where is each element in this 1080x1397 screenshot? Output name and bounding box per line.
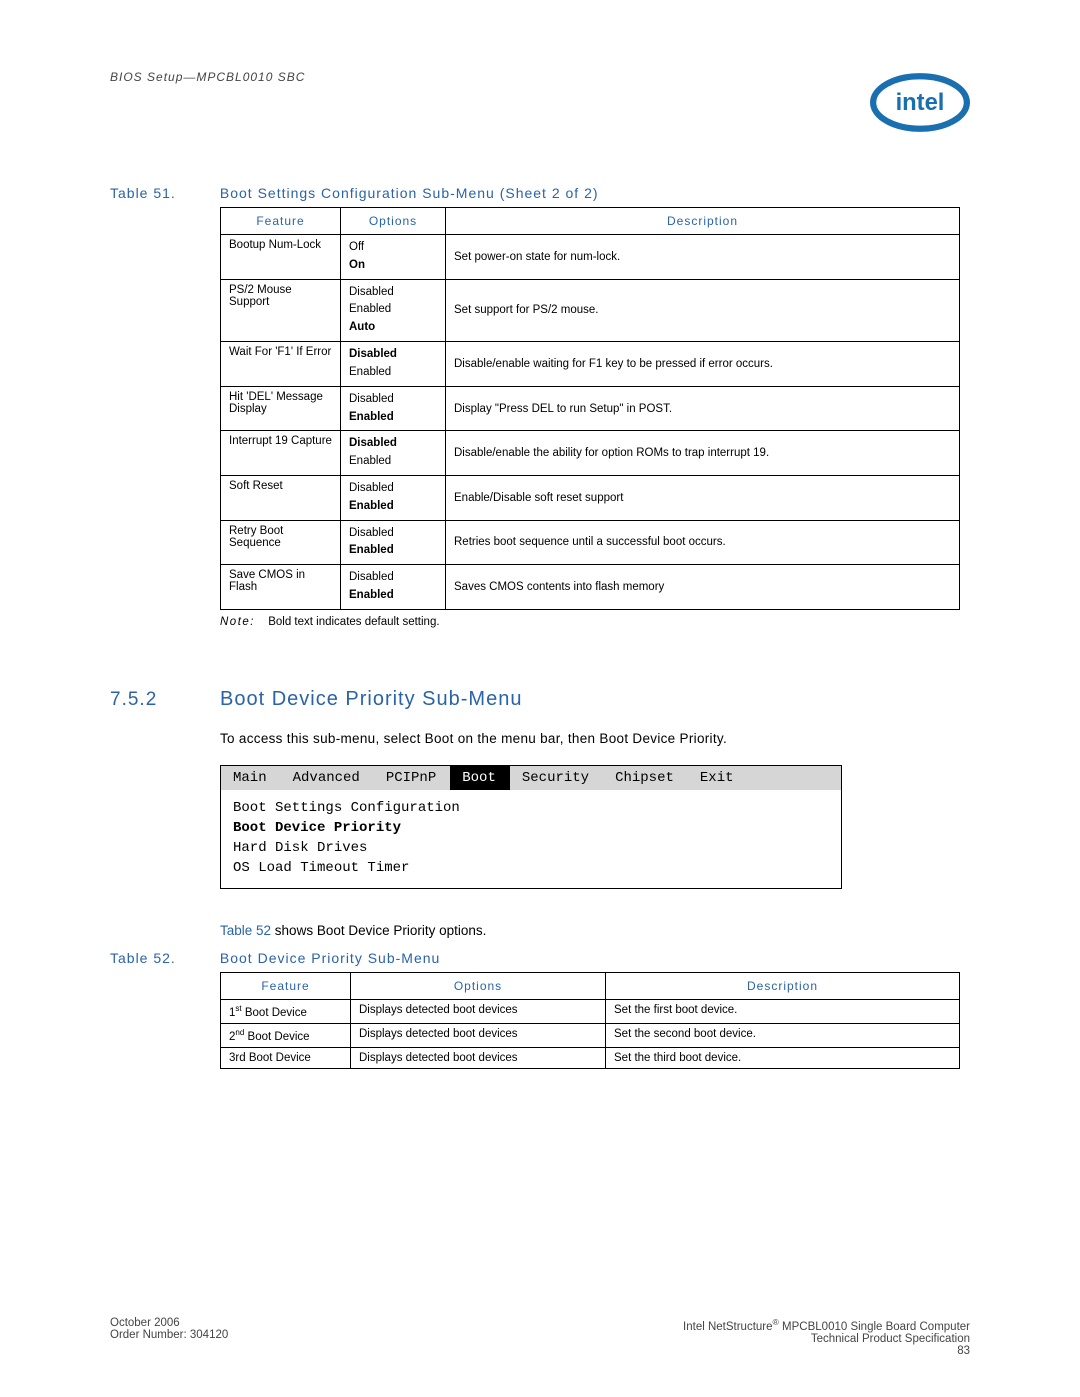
table51-number: Table 51. — [110, 185, 215, 201]
description-cell: Disable/enable waiting for F1 key to be … — [446, 342, 960, 387]
page-header: BIOS Setup—MPCBL0010 SBC intel — [110, 70, 970, 135]
options-cell: DisabledEnabled — [341, 386, 446, 431]
description-cell: Set the second boot device. — [606, 1023, 960, 1047]
options-cell: Displays detected boot devices — [351, 1023, 606, 1047]
bios-tab: Advanced — [281, 766, 374, 790]
table51-note: Note: Bold text indicates default settin… — [220, 616, 970, 628]
table52-col-header: Options — [351, 973, 606, 1000]
table-row: PS/2 Mouse SupportDisabledEnabledAutoSet… — [221, 279, 960, 341]
description-cell: Set power-on state for num-lock. — [446, 235, 960, 280]
bios-item: Boot Device Priority — [233, 818, 829, 838]
table51: FeatureOptionsDescription Bootup Num-Loc… — [220, 207, 960, 610]
bios-tab: Boot — [450, 766, 510, 790]
feature-cell: Bootup Num-Lock — [221, 235, 341, 280]
bios-item: OS Load Timeout Timer — [233, 858, 829, 878]
feature-cell: Retry Boot Sequence — [221, 520, 341, 565]
table-row: Retry Boot SequenceDisabledEnabledRetrie… — [221, 520, 960, 565]
options-cell: DisabledEnabled — [341, 431, 446, 476]
options-cell: DisabledEnabledAuto — [341, 279, 446, 341]
feature-cell: Wait For 'F1' If Error — [221, 342, 341, 387]
bios-tab-bar: MainAdvancedPCIPnPBootSecurityChipsetExi… — [221, 766, 841, 790]
running-head: BIOS Setup—MPCBL0010 SBC — [110, 70, 305, 84]
section-number: 7.5.2 — [110, 689, 220, 711]
options-cell: DisabledEnabled — [341, 520, 446, 565]
footer-page-num: 83 — [683, 1345, 970, 1357]
table51-col-header: Feature — [221, 208, 341, 235]
bios-item: Boot Settings Configuration — [233, 798, 829, 818]
options-cell: Displays detected boot devices — [351, 1047, 606, 1068]
note-label: Note: — [220, 616, 255, 628]
table-row: 1st Boot DeviceDisplays detected boot de… — [221, 1000, 960, 1024]
table-row: Hit 'DEL' Message DisplayDisabledEnabled… — [221, 386, 960, 431]
table52: FeatureOptionsDescription 1st Boot Devic… — [220, 972, 960, 1069]
feature-cell: 2nd Boot Device — [221, 1023, 351, 1047]
bios-tab: Security — [510, 766, 603, 790]
table52-ref-tail: shows Boot Device Priority options. — [271, 923, 486, 938]
table-row: Bootup Num-LockOffOnSet power-on state f… — [221, 235, 960, 280]
bios-tab: Exit — [688, 766, 748, 790]
feature-cell: Hit 'DEL' Message Display — [221, 386, 341, 431]
options-cell: DisabledEnabled — [341, 342, 446, 387]
description-cell: Display "Press DEL to run Setup" in POST… — [446, 386, 960, 431]
footer-order: Order Number: 304120 — [110, 1329, 228, 1341]
table51-col-header: Options — [341, 208, 446, 235]
description-cell: Set support for PS/2 mouse. — [446, 279, 960, 341]
description-cell: Saves CMOS contents into flash memory — [446, 565, 960, 610]
bios-tab: PCIPnP — [374, 766, 450, 790]
description-cell: Disable/enable the ability for option RO… — [446, 431, 960, 476]
footer-product: Intel NetStructure® MPCBL0010 Single Boa… — [683, 1317, 970, 1333]
feature-cell: Soft Reset — [221, 475, 341, 520]
table52-col-header: Description — [606, 973, 960, 1000]
table-row: Interrupt 19 CaptureDisabledEnabledDisab… — [221, 431, 960, 476]
table51-caption: Table 51. Boot Settings Configuration Su… — [110, 185, 970, 201]
description-cell: Enable/Disable soft reset support — [446, 475, 960, 520]
table52-caption: Table 52. Boot Device Priority Sub-Menu — [110, 950, 970, 966]
footer-doc-type: Technical Product Specification — [683, 1333, 970, 1345]
table52-number: Table 52. — [110, 950, 215, 966]
table-row: 2nd Boot DeviceDisplays detected boot de… — [221, 1023, 960, 1047]
table52-ref: Table 52 shows Boot Device Priority opti… — [220, 923, 970, 938]
table-row: Soft ResetDisabledEnabledEnable/Disable … — [221, 475, 960, 520]
bios-item-list: Boot Settings ConfigurationBoot Device P… — [221, 790, 841, 888]
description-cell: Retries boot sequence until a successful… — [446, 520, 960, 565]
feature-cell: Interrupt 19 Capture — [221, 431, 341, 476]
intel-logo-icon: intel — [870, 70, 970, 135]
options-cell: OffOn — [341, 235, 446, 280]
table51-title: Boot Settings Configuration Sub-Menu (Sh… — [220, 185, 599, 201]
page-footer: October 2006 Order Number: 304120 Intel … — [110, 1317, 970, 1357]
bios-tab: Chipset — [603, 766, 688, 790]
note-text: Bold text indicates default setting. — [268, 616, 439, 628]
bios-menu: MainAdvancedPCIPnPBootSecurityChipsetExi… — [220, 765, 842, 889]
footer-right: Intel NetStructure® MPCBL0010 Single Boa… — [683, 1317, 970, 1357]
footer-left: October 2006 Order Number: 304120 — [110, 1317, 228, 1357]
bios-tab: Main — [221, 766, 281, 790]
options-cell: DisabledEnabled — [341, 475, 446, 520]
description-cell: Set the third boot device. — [606, 1047, 960, 1068]
footer-date: October 2006 — [110, 1317, 228, 1329]
feature-cell: 1st Boot Device — [221, 1000, 351, 1024]
options-cell: DisabledEnabled — [341, 565, 446, 610]
bios-item: Hard Disk Drives — [233, 838, 829, 858]
table-row: Save CMOS in FlashDisabledEnabledSaves C… — [221, 565, 960, 610]
table-row: 3rd Boot DeviceDisplays detected boot de… — [221, 1047, 960, 1068]
table52-col-header: Feature — [221, 973, 351, 1000]
description-cell: Set the first boot device. — [606, 1000, 960, 1024]
table52-title: Boot Device Priority Sub-Menu — [220, 950, 440, 966]
section-intro: To access this sub-menu, select Boot on … — [220, 729, 970, 749]
svg-text:intel: intel — [896, 89, 945, 116]
feature-cell: PS/2 Mouse Support — [221, 279, 341, 341]
table51-col-header: Description — [446, 208, 960, 235]
section-title: Boot Device Priority Sub-Menu — [220, 688, 522, 711]
options-cell: Displays detected boot devices — [351, 1000, 606, 1024]
table-row: Wait For 'F1' If ErrorDisabledEnabledDis… — [221, 342, 960, 387]
feature-cell: Save CMOS in Flash — [221, 565, 341, 610]
section-heading: 7.5.2 Boot Device Priority Sub-Menu — [110, 688, 970, 711]
feature-cell: 3rd Boot Device — [221, 1047, 351, 1068]
table52-ref-link: Table 52 — [220, 923, 271, 938]
